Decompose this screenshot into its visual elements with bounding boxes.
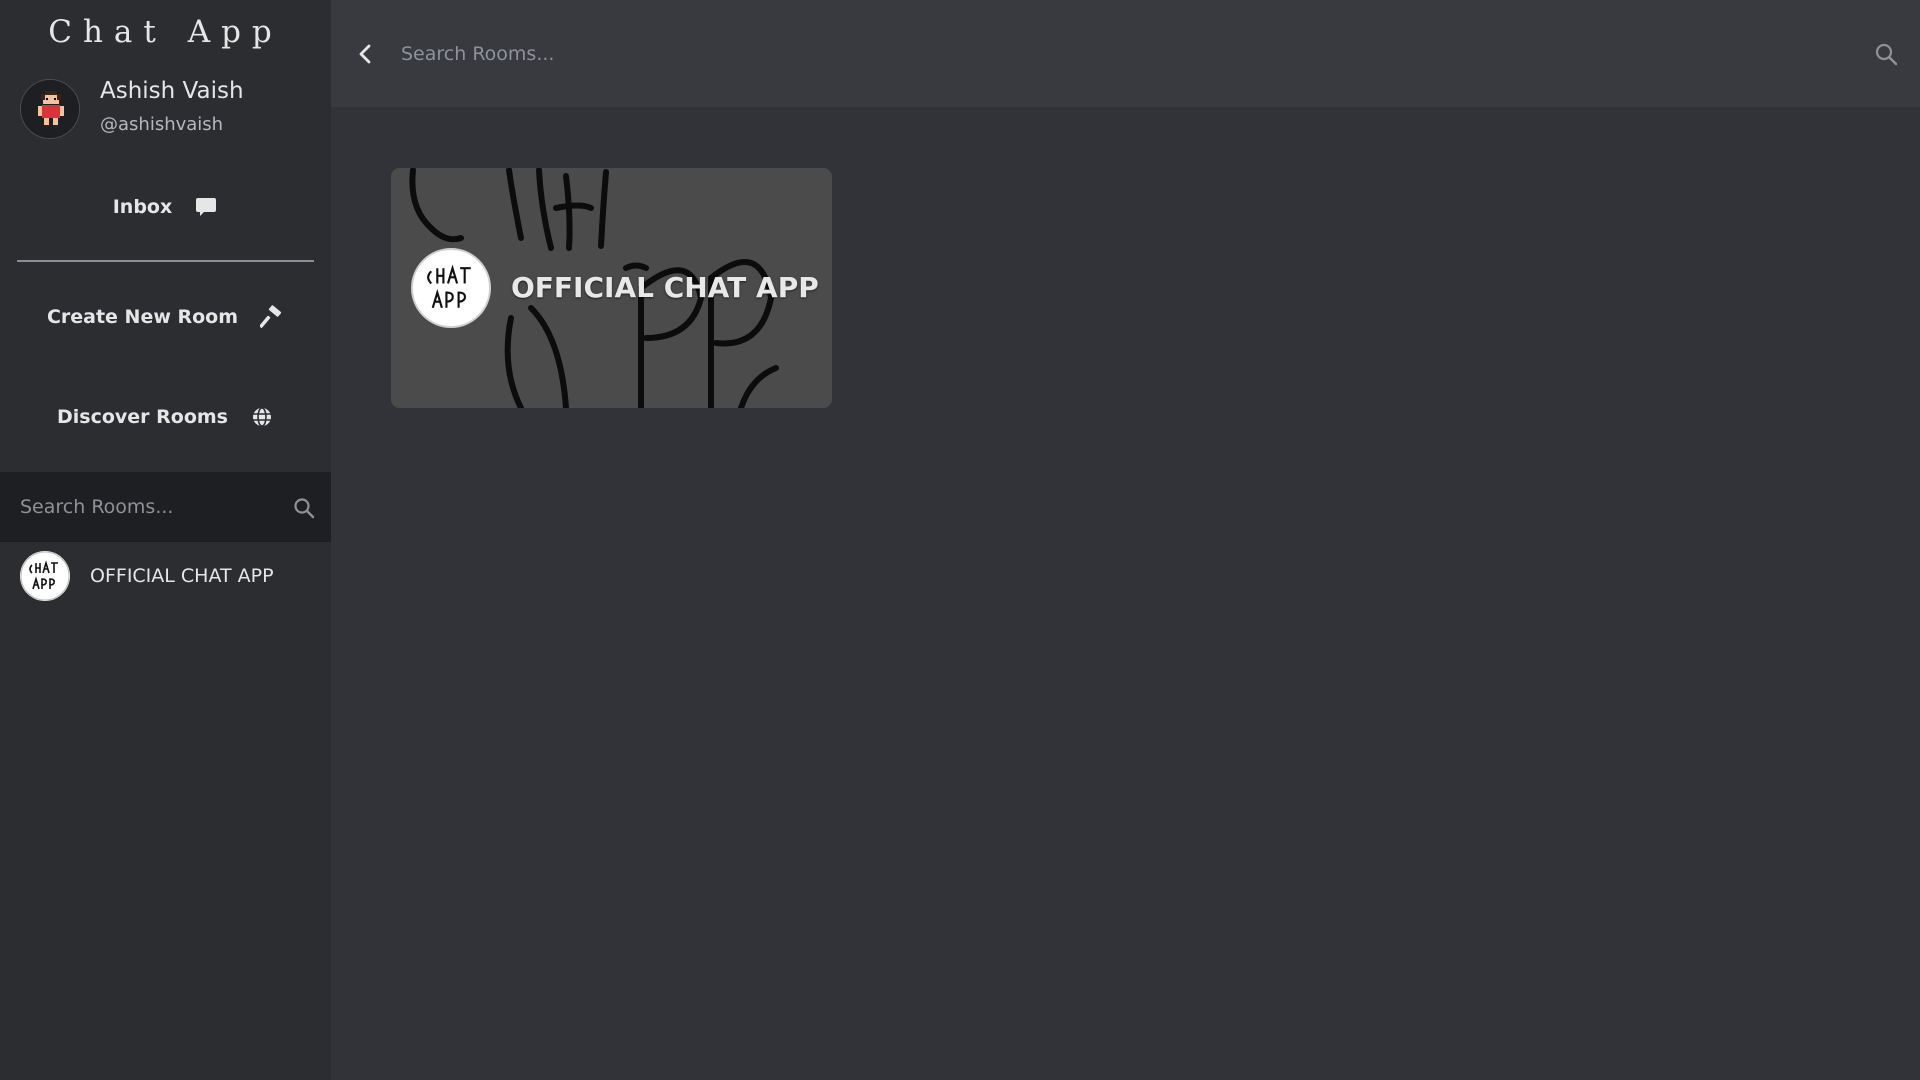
hammer-icon [260, 305, 284, 329]
room-avatar [20, 551, 70, 601]
app-title: Chat App [48, 14, 283, 50]
nav-discover-rooms-label: Discover Rooms [56, 406, 228, 428]
room-name: OFFICIAL CHAT APP [90, 565, 274, 587]
chat-app-logo-icon [414, 251, 488, 325]
sidebar-search-input[interactable] [20, 492, 280, 522]
back-arrow-icon[interactable] [353, 41, 379, 67]
profile-avatar[interactable] [20, 79, 80, 139]
nav-inbox-label: Inbox [112, 196, 173, 218]
chat-app-logo-icon [20, 551, 70, 601]
nav-inbox[interactable]: Inbox [0, 192, 331, 222]
room-card[interactable]: OFFICIAL CHAT APP [391, 168, 832, 408]
pixel-character-avatar-icon [21, 80, 79, 138]
room-card-title: OFFICIAL CHAT APP [511, 271, 819, 304]
nav-create-room-label: Create New Room [46, 306, 239, 328]
sidebar-divider [17, 260, 314, 262]
chat-bubble-icon [194, 195, 218, 219]
room-list-item[interactable]: OFFICIAL CHAT APP [0, 548, 331, 606]
nav-discover-rooms[interactable]: Discover Rooms [0, 402, 331, 432]
top-bar [331, 0, 1920, 107]
room-card-avatar [411, 248, 491, 328]
search-icon[interactable] [1873, 41, 1899, 67]
search-icon[interactable] [292, 496, 316, 520]
sidebar: Chat App Ashish Vaish @ashishvaish Inbox [0, 0, 331, 1080]
profile-name: Ashish Vaish [100, 78, 244, 104]
nav-create-room[interactable]: Create New Room [0, 302, 331, 332]
globe-icon [250, 405, 274, 429]
profile-handle: @ashishvaish [100, 114, 224, 135]
top-search-input[interactable] [401, 38, 1701, 70]
sidebar-search-bar [0, 472, 331, 542]
